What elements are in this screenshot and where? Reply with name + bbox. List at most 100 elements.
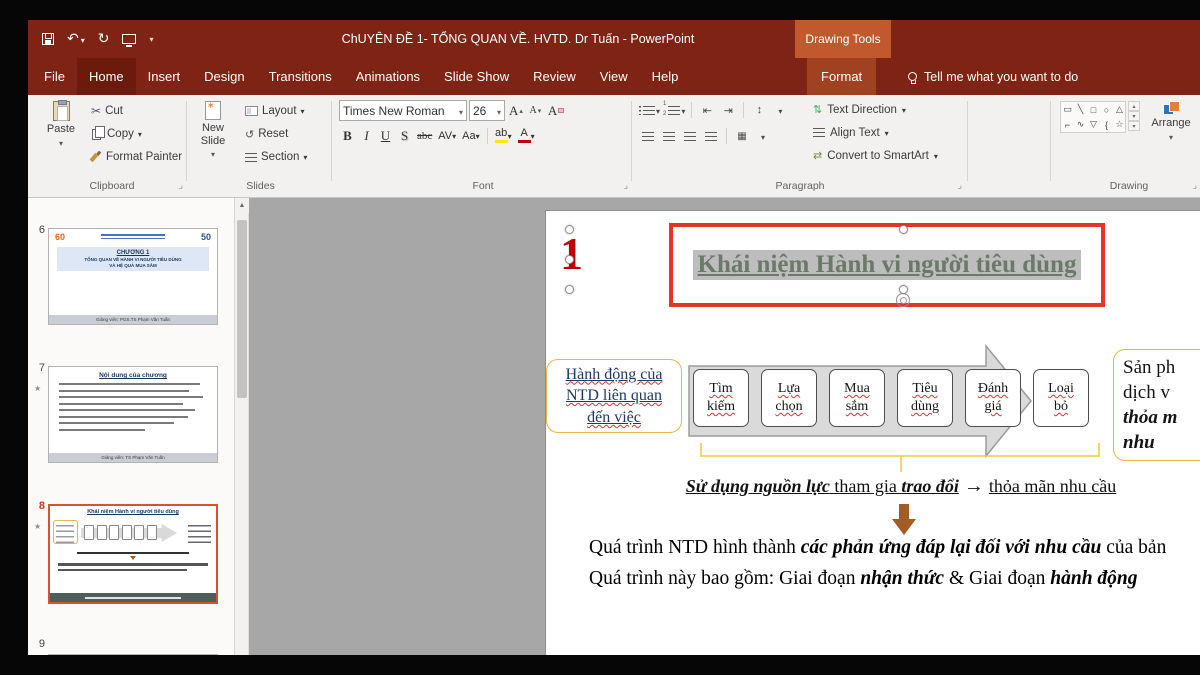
reset-button[interactable]: Reset — [242, 124, 310, 144]
cut-button[interactable]: Cut — [88, 101, 185, 121]
tab-slideshow[interactable]: Slide Show — [432, 58, 521, 95]
format-painter-button[interactable]: Format Painter — [88, 147, 185, 167]
shape-star-icon[interactable]: ☆ — [1113, 117, 1126, 132]
shape-arrow-icon[interactable]: ▽ — [1087, 117, 1100, 132]
shape-triangle-icon[interactable]: △ — [1113, 102, 1126, 117]
slide-9-thumbnail[interactable] — [48, 654, 218, 655]
columns-button[interactable] — [733, 127, 751, 145]
bullets-button[interactable] — [639, 101, 660, 119]
rotate-handle[interactable] — [896, 293, 910, 307]
font-color-button[interactable]: A — [516, 126, 537, 145]
clipboard-dialog-launcher[interactable] — [179, 180, 183, 191]
start-slideshow-button[interactable] — [122, 27, 136, 51]
gallery-up-button[interactable] — [1128, 101, 1140, 111]
justify-button[interactable] — [702, 127, 720, 145]
tab-animations[interactable]: Animations — [344, 58, 432, 95]
character-spacing-button[interactable]: AV — [436, 126, 458, 145]
text-shadow-button[interactable]: S — [396, 126, 413, 145]
selection-handle[interactable] — [565, 225, 574, 234]
scrollbar-thumb[interactable] — [237, 220, 247, 398]
bold-button[interactable]: B — [339, 126, 356, 145]
numbering-button[interactable]: 12 — [663, 101, 685, 119]
selection-handle[interactable] — [565, 285, 574, 294]
copy-button[interactable]: Copy — [88, 124, 185, 144]
drawing-dialog-launcher[interactable] — [1193, 180, 1197, 191]
decrease-indent-button[interactable] — [698, 101, 716, 119]
thumbnail-scrollbar[interactable] — [235, 198, 249, 655]
left-text-box[interactable]: Hành động của NTD liên quan đến việc — [546, 359, 682, 433]
shrink-font-button[interactable]: A▾ — [527, 101, 544, 120]
step-box-danh-gia[interactable]: Đánhgiá — [965, 369, 1021, 427]
gallery-more-button[interactable] — [1128, 121, 1140, 131]
paste-button[interactable]: Paste — [38, 99, 84, 149]
slide-8-thumbnail-selected[interactable]: Khái niệm Hành vi người tiêu dùng — [48, 504, 218, 604]
step-box-loai-bo[interactable]: Loạibỏ — [1033, 369, 1089, 427]
line-spacing-button[interactable] — [750, 101, 768, 119]
text-highlight-button[interactable]: ab — [493, 126, 514, 145]
change-case-button[interactable]: Aa — [460, 126, 481, 145]
grow-font-button[interactable]: A▴ — [507, 101, 525, 120]
selection-handle[interactable] — [565, 255, 574, 264]
align-left-button[interactable] — [639, 127, 657, 145]
undo-caret-icon[interactable] — [81, 30, 85, 48]
paragraph-dialog-launcher[interactable] — [958, 180, 962, 191]
shape-square-icon[interactable]: □ — [1087, 102, 1100, 117]
step-box-tim-kiem[interactable]: Tìmkiếm — [693, 369, 749, 427]
tab-format[interactable]: Format — [807, 58, 876, 95]
step-box-tieu-dung[interactable]: Tiêudùng — [897, 369, 953, 427]
shape-rect-icon[interactable]: ▭ — [1061, 102, 1074, 117]
step-box-lua-chon[interactable]: Lựachọn — [761, 369, 817, 427]
tab-file[interactable]: File — [32, 58, 77, 95]
save-button[interactable] — [42, 27, 54, 51]
step-box-mua-sam[interactable]: Muasắm — [829, 369, 885, 427]
italic-button[interactable]: I — [358, 126, 375, 145]
increase-indent-button[interactable] — [719, 101, 737, 119]
slide-6-thumbnail[interactable]: 60 50 CHƯƠNG 1 TỔNG QUAN VỀ HÀNH VI NGƯỜ… — [48, 228, 218, 325]
new-slide-button[interactable]: New Slide — [190, 99, 236, 161]
line-spacing-caret-button[interactable] — [771, 101, 789, 119]
align-right-button[interactable] — [681, 127, 699, 145]
shapes-gallery[interactable]: ▭ ╲ □ ○ △ ⌐ ∿ ▽ { ☆ — [1060, 101, 1126, 133]
slide-title-text[interactable]: Khái niệm Hành vi người tiêu dùng — [693, 250, 1082, 280]
text-direction-button[interactable]: Text Direction — [813, 99, 938, 120]
exchange-sentence[interactable]: Sử dụng nguồn lực tham gia trao đổi → th… — [671, 475, 1131, 498]
font-dialog-launcher[interactable] — [624, 180, 628, 191]
layout-button[interactable]: Layout — [242, 101, 310, 121]
scrollbar-up-arrow-icon[interactable] — [235, 198, 249, 213]
tell-me-box[interactable]: Tell me what you want to do — [908, 58, 1078, 95]
slide-editing-surface[interactable]: 1 Khái niệm Hành vi người tiêu dùng Hành… — [545, 210, 1200, 655]
slide-7-thumbnail[interactable]: Nội dung của chương Giảng viên: TS Phạm … — [48, 366, 218, 463]
selection-handle[interactable] — [899, 225, 908, 234]
tab-review[interactable]: Review — [521, 58, 588, 95]
align-text-button[interactable]: Align Text — [813, 122, 938, 143]
columns-caret-button[interactable] — [754, 127, 772, 145]
undo-button[interactable] — [67, 27, 85, 51]
shape-brace-icon[interactable]: { — [1100, 117, 1113, 132]
clear-formatting-button[interactable]: A — [546, 101, 566, 120]
shape-elbow-icon[interactable]: ⌐ — [1061, 117, 1074, 132]
strikethrough-button[interactable]: abc — [415, 126, 434, 145]
title-placeholder-selected[interactable]: Khái niệm Hành vi người tiêu dùng — [669, 223, 1105, 307]
font-family-select[interactable]: Times New Roman — [339, 100, 467, 121]
right-text-box[interactable]: Sản ph dịch v thỏa m nhu — [1113, 349, 1200, 461]
slide-number-shape[interactable]: 1 — [560, 231, 583, 277]
body-paragraph-2[interactable]: Quá trình này bao gồm: Giai đoạn nhận th… — [589, 568, 1138, 590]
tab-view[interactable]: View — [588, 58, 640, 95]
underline-button[interactable]: U — [377, 126, 394, 145]
shape-oval-icon[interactable]: ○ — [1100, 102, 1113, 117]
body-paragraph-1[interactable]: Quá trình NTD hình thành các phản ứng đá… — [589, 537, 1166, 559]
repeat-button[interactable] — [98, 27, 110, 51]
tab-help[interactable]: Help — [640, 58, 691, 95]
gallery-down-button[interactable] — [1128, 111, 1140, 121]
align-center-button[interactable] — [660, 127, 678, 145]
convert-smartart-button[interactable]: Convert to SmartArt — [813, 145, 938, 166]
section-button[interactable]: Section — [242, 147, 310, 167]
slide-canvas[interactable]: 1 Khái niệm Hành vi người tiêu dùng Hành… — [249, 198, 1200, 655]
customize-qat-button[interactable] — [149, 27, 153, 51]
tab-home[interactable]: Home — [77, 58, 136, 95]
tab-design[interactable]: Design — [192, 58, 256, 95]
font-size-select[interactable]: 26 — [469, 100, 505, 121]
tab-transitions[interactable]: Transitions — [257, 58, 344, 95]
tab-insert[interactable]: Insert — [136, 58, 193, 95]
shape-line-icon[interactable]: ╲ — [1074, 102, 1087, 117]
